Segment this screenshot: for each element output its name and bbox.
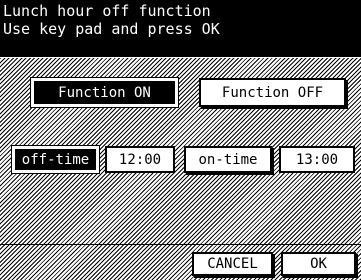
cancel-button[interactable]: CANCEL bbox=[192, 252, 273, 276]
function-on-button[interactable]: Function ON bbox=[30, 77, 179, 108]
on-time-value-field[interactable]: 13:00 bbox=[279, 146, 355, 173]
footer-divider bbox=[0, 244, 361, 245]
function-off-button[interactable]: Function OFF bbox=[199, 78, 346, 107]
ok-button[interactable]: OK bbox=[281, 252, 356, 276]
off-time-button[interactable]: off-time bbox=[11, 145, 100, 174]
screen-instruction: Use key pad and press OK bbox=[3, 20, 220, 38]
on-time-button[interactable]: on-time bbox=[184, 146, 272, 173]
screen-title: Lunch hour off function bbox=[3, 2, 211, 20]
function-on-label: Function ON bbox=[33, 80, 176, 105]
off-time-label: off-time bbox=[14, 148, 97, 171]
header-panel: Lunch hour off function Use key pad and … bbox=[0, 0, 361, 57]
off-time-value-field[interactable]: 12:00 bbox=[105, 146, 175, 173]
lunch-hour-screen: Lunch hour off function Use key pad and … bbox=[0, 0, 361, 280]
